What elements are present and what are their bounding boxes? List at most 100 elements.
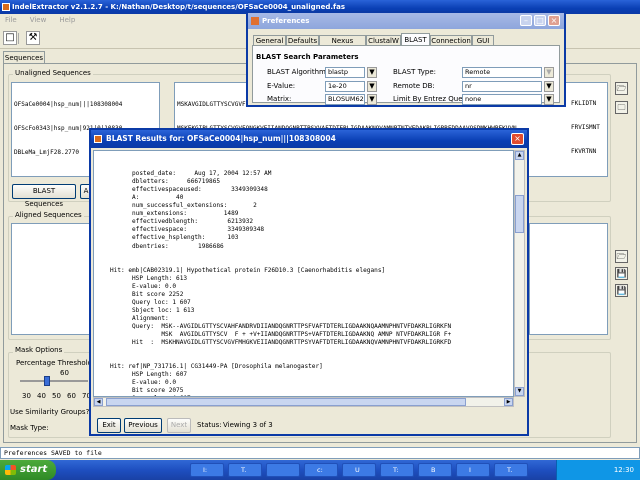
blast-result-line xyxy=(110,347,513,355)
taskbar-item[interactable]: I: xyxy=(190,463,224,477)
scroll-left-icon[interactable]: ◀ xyxy=(94,398,103,406)
minimize-icon[interactable]: – xyxy=(520,15,532,26)
evalue-select[interactable]: 1e-20 xyxy=(325,81,365,92)
taskbar-item[interactable]: B xyxy=(418,463,452,477)
vertical-scrollbar[interactable]: ▲ ▼ xyxy=(514,150,525,397)
previous-button[interactable]: Previous xyxy=(124,418,162,433)
preferences-title-bar: Preferences xyxy=(248,13,564,29)
blast-result-line: Query loc: 1 607 xyxy=(110,298,191,306)
blast-type-value: Remote xyxy=(465,68,491,76)
taskbar-item[interactable]: U xyxy=(342,463,376,477)
list-item[interactable]: OFSaCe0004|hsp_num|||108308004 xyxy=(14,101,157,109)
toolbar-divider xyxy=(18,33,19,44)
open-folder-icon[interactable]: 🗁 xyxy=(615,82,628,95)
status-bar-text: Preferences SAVED to file xyxy=(4,449,102,457)
unaligned-label: Unaligned Sequences xyxy=(13,69,93,77)
menu-file[interactable]: File xyxy=(5,16,17,24)
blast-result-line: Alignment: xyxy=(110,314,169,322)
blast-result-line: dbletters: 666719865 xyxy=(110,178,221,186)
chevron-down-icon[interactable]: ▼ xyxy=(367,94,377,105)
folder-icon[interactable]: 🗀 xyxy=(615,101,628,114)
chevron-down-icon[interactable]: ▼ xyxy=(367,67,377,78)
scroll-right-icon[interactable]: ▶ xyxy=(504,398,513,406)
start-label: start xyxy=(20,464,48,475)
tab-clustalw-label: ClustalW xyxy=(368,37,399,45)
windows-logo-icon xyxy=(5,465,16,475)
tick-label: 50 xyxy=(52,392,61,400)
blast-result-line: E-value: 0.0 xyxy=(110,379,177,387)
blast-result-line: HSP Length: 613 xyxy=(110,274,188,282)
new-file-icon[interactable]: □ xyxy=(3,31,17,45)
close-icon[interactable]: × xyxy=(548,15,560,26)
algorithm-value: blastp xyxy=(328,68,348,76)
similarity-label: Use Similarity Groups?: xyxy=(10,408,92,416)
tab-connection-label: Connection xyxy=(431,37,471,45)
blast-result-line: Sbject loc: 1 613 xyxy=(110,306,195,314)
close-icon[interactable]: × xyxy=(511,133,524,145)
tools-icon[interactable]: ⚒ xyxy=(26,31,40,45)
chevron-down-icon[interactable]: ▼ xyxy=(544,94,554,105)
evalue-value: 1e-20 xyxy=(328,82,347,90)
blast-result-line: effectivedblength: 6213932 xyxy=(110,218,254,226)
mask-type-label: Mask Type: xyxy=(10,424,49,432)
chevron-down-icon[interactable]: ▼ xyxy=(367,81,377,92)
tab-gui-label: GUI xyxy=(476,37,490,45)
blast-results-text[interactable]: posted_date: Aug 17, 2004 12:57 AM dblet… xyxy=(93,150,514,397)
limit-entrez-select[interactable]: none xyxy=(462,94,542,105)
aligned-sequence-area[interactable] xyxy=(529,223,608,335)
blast-result-line: num_successful_extensions: 2 xyxy=(110,202,257,210)
tab-sequences-label: Sequences xyxy=(4,54,44,62)
evalue-label: E-Value: xyxy=(267,82,296,90)
tick-label: 40 xyxy=(37,392,46,400)
blast-result-line xyxy=(110,355,513,363)
aligned-id-list[interactable] xyxy=(11,223,91,335)
taskbar-item[interactable]: I xyxy=(456,463,490,477)
scroll-thumb[interactable] xyxy=(515,195,524,233)
menu-help[interactable]: Help xyxy=(59,16,75,24)
remote-db-select[interactable]: nr xyxy=(462,81,542,92)
scroll-up-icon[interactable]: ▲ xyxy=(515,151,524,160)
taskbar-item[interactable]: T. xyxy=(494,463,528,477)
blast-sequences-button[interactable]: BLAST Sequences xyxy=(12,184,76,208)
blast-result-line: effectivespace: 3349309348 xyxy=(110,226,265,234)
hscroll-thumb[interactable] xyxy=(106,398,466,406)
blast-result-line xyxy=(110,259,513,267)
aligned-label: Aligned Sequences xyxy=(13,211,84,219)
open-folder-icon[interactable]: 🗁 xyxy=(615,250,628,263)
next-button[interactable]: Next xyxy=(167,418,191,433)
save-as-icon[interactable]: 💾 xyxy=(615,284,628,297)
status-label: Status: xyxy=(197,421,222,429)
taskbar-item[interactable]: T. xyxy=(228,463,262,477)
percentage-threshold-label: Percentage Threshold xyxy=(16,359,93,367)
tab-blast-label: BLAST xyxy=(404,36,427,44)
blast-app-icon xyxy=(94,135,102,143)
horizontal-scrollbar[interactable]: ◀ ▶ xyxy=(93,397,514,407)
taskbar-item[interactable]: c: xyxy=(304,463,338,477)
chevron-down-icon[interactable]: ▼ xyxy=(544,81,554,92)
blast-result-line: num_extensions: 1489 xyxy=(110,210,239,218)
chevron-down-icon[interactable]: ▼ xyxy=(544,67,554,78)
blast-result-line: effectivespaceused: 3349309348 xyxy=(110,186,268,194)
blast-type-label: BLAST Type: xyxy=(393,68,437,76)
menu-view[interactable]: View xyxy=(30,16,47,24)
blast-type-select[interactable]: Remote xyxy=(462,67,542,78)
taskbar-item[interactable]: T: xyxy=(380,463,414,477)
maximize-icon[interactable]: □ xyxy=(534,15,546,26)
blast-result-line: dbentries: 1986686 xyxy=(110,242,224,250)
exit-button[interactable]: Exit xyxy=(97,418,121,433)
blast-result-line: Bit score 2252 xyxy=(110,290,184,298)
blast-result-line: posted_date: Aug 17, 2004 12:57 AM xyxy=(110,170,272,178)
scroll-down-icon[interactable]: ▼ xyxy=(515,387,524,396)
blast-result-line: Bit score 2075 xyxy=(110,387,184,395)
system-tray: 12:30 xyxy=(556,460,640,480)
taskbar-item[interactable] xyxy=(266,463,300,477)
sequence-tail: FRVISMNT xyxy=(571,124,600,131)
save-icon[interactable]: 💾 xyxy=(615,267,628,280)
threshold-slider-thumb[interactable] xyxy=(44,376,51,386)
algorithm-select[interactable]: blastp xyxy=(325,67,365,78)
status-bar: Preferences SAVED to file xyxy=(0,447,640,459)
limit-entrez-label: Limit By Entrez Query: xyxy=(393,95,472,103)
threshold-slider-track[interactable] xyxy=(20,380,88,382)
blast-result-line: A: 40 xyxy=(110,194,184,202)
matrix-select[interactable]: BLOSUM62 xyxy=(325,94,365,105)
